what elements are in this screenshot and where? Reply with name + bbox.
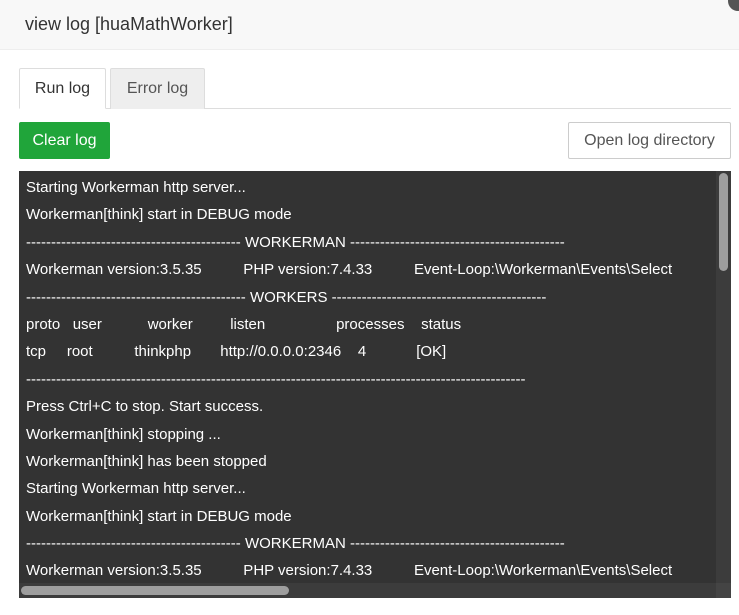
log-line: ----------------------------------------… [26, 288, 547, 306]
log-line: Starting Workerman http server... [26, 179, 246, 196]
log-output-panel[interactable]: Starting Workerman http server... Workerm… [19, 171, 731, 598]
dialog-title: view log [huaMathWorker] [25, 14, 233, 34]
horizontal-scrollbar[interactable] [19, 583, 716, 598]
close-icon[interactable] [728, 0, 739, 11]
log-line: ----------------------------------------… [26, 535, 565, 553]
log-content: Starting Workerman http server... Workerm… [26, 174, 716, 584]
log-line: Workerman version:3.5.35 PHP version:7.4… [26, 562, 673, 580]
log-line: Workerman[think] has been stopped [26, 452, 267, 470]
tab-run-log[interactable]: Run log [19, 68, 106, 109]
log-line: Workerman[think] start in DEBUG mode [26, 507, 292, 525]
scrollbar-corner [716, 583, 731, 598]
vertical-scrollbar-thumb[interactable] [719, 173, 728, 271]
log-line: Starting Workerman http server... [26, 480, 246, 498]
log-line: ----------------------------------------… [26, 370, 526, 388]
dialog-header: view log [huaMathWorker] [0, 0, 739, 50]
vertical-scrollbar[interactable] [716, 171, 731, 583]
log-line: proto user worker listen processes statu… [26, 315, 462, 333]
log-tabs: Run log Error log [19, 68, 731, 109]
open-log-directory-button[interactable]: Open log directory [568, 122, 731, 159]
log-line: ----------------------------------------… [26, 233, 565, 251]
horizontal-scrollbar-thumb[interactable] [21, 586, 289, 595]
tab-error-log[interactable]: Error log [110, 68, 205, 109]
log-line: tcp root thinkphp http://0.0.0.0:2346 4 … [26, 343, 447, 361]
log-line: Press Ctrl+C to stop. Start success. [26, 398, 264, 416]
log-line: Workerman[think] stopping ... [26, 425, 221, 443]
view-log-dialog: view log [huaMathWorker] Run log Error l… [0, 0, 739, 615]
log-line: Workerman version:3.5.35 PHP version:7.4… [26, 261, 673, 279]
clear-log-button[interactable]: Clear log [19, 122, 110, 159]
log-line: Workerman[think] start in DEBUG mode [26, 206, 292, 224]
